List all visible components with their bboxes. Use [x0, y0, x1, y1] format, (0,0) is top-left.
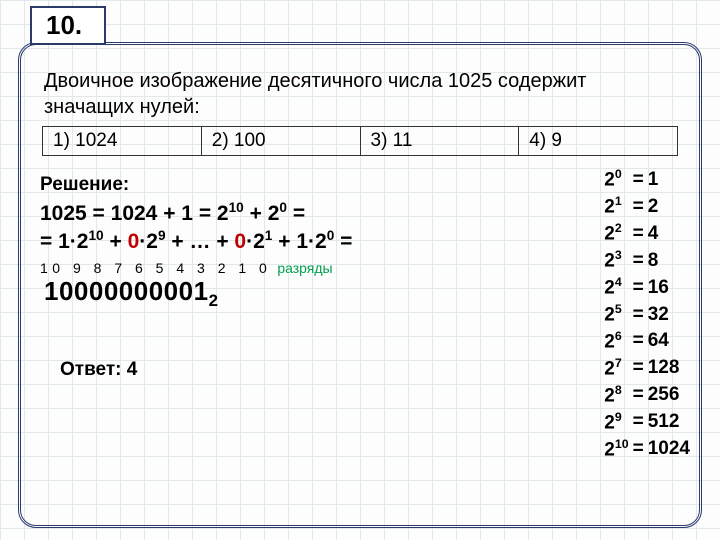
l1b: + 2	[244, 202, 280, 225]
l2b: +	[104, 230, 128, 253]
power-base: 21	[602, 193, 630, 220]
power-value: 32	[646, 301, 692, 328]
sup9: 9	[158, 228, 166, 243]
power-base: 22	[602, 220, 630, 247]
option-4: 4) 9	[519, 127, 677, 155]
option-2: 2) 100	[202, 127, 361, 155]
power-row: 29=512	[602, 409, 692, 436]
l2g: ·2	[246, 230, 265, 253]
l1a: 1025 = 1024 + 1 = 2	[40, 202, 229, 225]
power-row: 25=32	[602, 301, 692, 328]
powers-table: 20=121=222=423=824=1625=3226=6427=12828=…	[602, 166, 692, 463]
power-base: 28	[602, 382, 630, 409]
power-value: 1	[646, 166, 692, 193]
l1c: =	[287, 202, 305, 225]
binary-number: 100000000012	[44, 276, 684, 311]
power-eq: =	[631, 301, 646, 328]
sup0a: 0	[279, 200, 287, 215]
question-text: Двоичное изображение десятичного числа 1…	[44, 68, 676, 120]
solution-line-1: 1025 = 1024 + 1 = 210 + 20 =	[40, 200, 684, 226]
l2d: ·2	[139, 230, 158, 253]
solution-column: Решение: 1025 = 1024 + 1 = 210 + 20 = = …	[36, 170, 684, 381]
power-base: 210	[602, 436, 630, 463]
power-value: 512	[646, 409, 692, 436]
sup10b: 10	[88, 228, 103, 243]
power-eq: =	[631, 355, 646, 382]
power-value: 16	[646, 274, 692, 301]
power-eq: =	[631, 436, 646, 463]
answer-label: Ответ: 4	[60, 359, 684, 381]
power-row: 28=256	[602, 382, 692, 409]
l2a: = 1·2	[40, 230, 88, 253]
power-eq: =	[631, 274, 646, 301]
power-row: 26=64	[602, 328, 692, 355]
power-row: 21=2	[602, 193, 692, 220]
power-row: 24=16	[602, 274, 692, 301]
power-eq: =	[631, 166, 646, 193]
power-base: 23	[602, 247, 630, 274]
power-value: 64	[646, 328, 692, 355]
power-value: 128	[646, 355, 692, 382]
power-eq: =	[631, 409, 646, 436]
digits: 10 9 8 7 6 5 4 3 2 1 0	[40, 260, 271, 276]
power-base: 20	[602, 166, 630, 193]
power-value: 1024	[646, 436, 692, 463]
option-1: 1) 1024	[43, 127, 202, 155]
power-value: 2	[646, 193, 692, 220]
power-row: 210=1024	[602, 436, 692, 463]
binary-digits: 10000000001	[44, 276, 209, 306]
power-row: 27=128	[602, 355, 692, 382]
power-row: 22=4	[602, 220, 692, 247]
l2i: =	[334, 230, 352, 253]
bit-positions: 10 9 8 7 6 5 4 3 2 1 0 разряды	[40, 260, 684, 276]
power-eq: =	[631, 247, 646, 274]
power-value: 256	[646, 382, 692, 409]
power-base: 27	[602, 355, 630, 382]
power-eq: =	[631, 220, 646, 247]
binary-base: 2	[209, 291, 219, 310]
power-base: 25	[602, 301, 630, 328]
content-area: Двоичное изображение десятичного числа 1…	[36, 60, 684, 520]
power-eq: =	[631, 382, 646, 409]
power-eq: =	[631, 193, 646, 220]
solution-label: Решение:	[40, 174, 684, 196]
digits-label: разряды	[277, 260, 332, 276]
red0b: 0	[234, 230, 246, 253]
l2h: + 1·2	[272, 230, 326, 253]
option-3: 3) 11	[361, 127, 520, 155]
power-row: 23=8	[602, 247, 692, 274]
power-eq: =	[631, 328, 646, 355]
power-value: 8	[646, 247, 692, 274]
sup10: 10	[229, 200, 244, 215]
power-base: 24	[602, 274, 630, 301]
l2e: + … +	[166, 230, 235, 253]
options-row: 1) 1024 2) 100 3) 11 4) 9	[42, 126, 678, 156]
solution-line-2: = 1·210 + 0·29 + … + 0·21 + 1·20 =	[40, 228, 684, 254]
question-number: 10.	[30, 6, 106, 45]
power-base: 29	[602, 409, 630, 436]
power-value: 4	[646, 220, 692, 247]
red0a: 0	[128, 230, 140, 253]
power-row: 20=1	[602, 166, 692, 193]
power-base: 26	[602, 328, 630, 355]
